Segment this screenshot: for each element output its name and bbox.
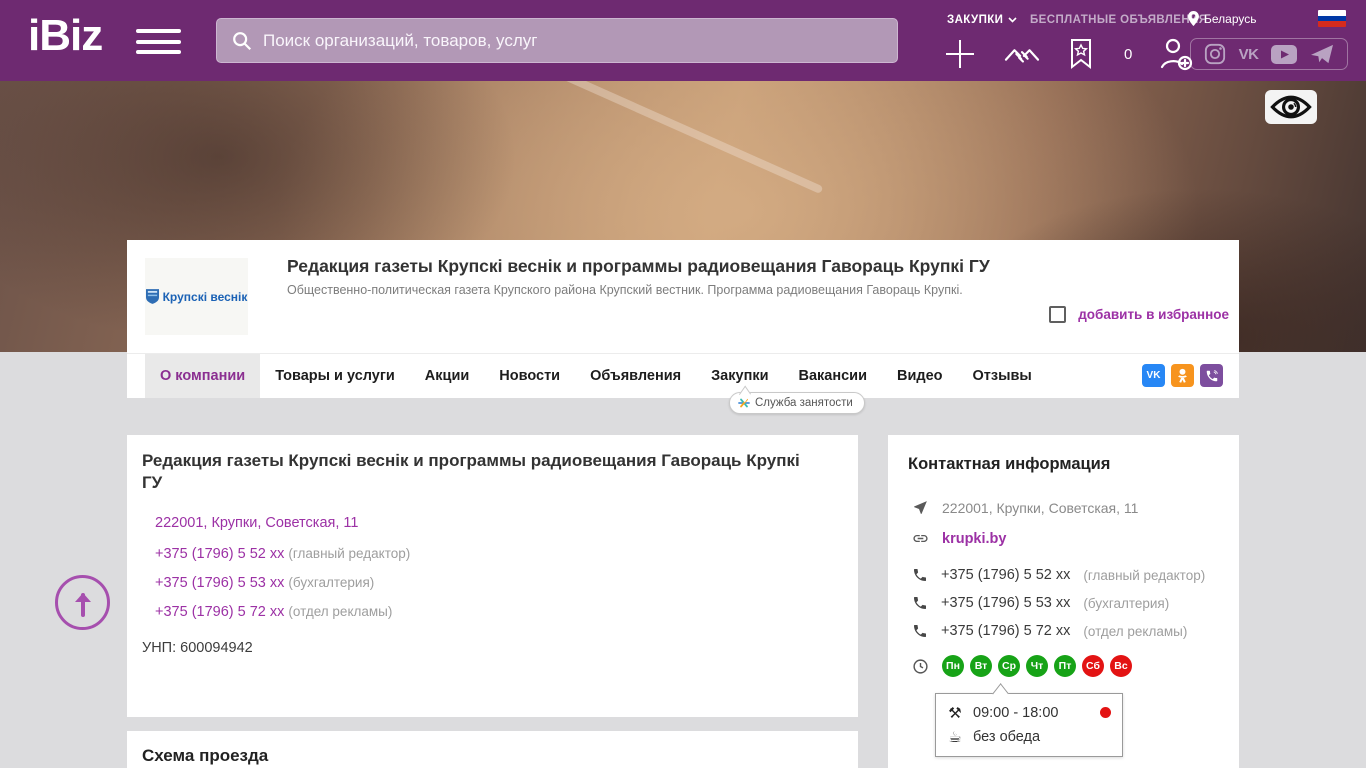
favorite-checkbox[interactable]	[1049, 306, 1067, 323]
website-link[interactable]: krupki.by	[942, 531, 1006, 547]
day-badge[interactable]: Вс	[1110, 655, 1132, 677]
day-badge[interactable]: Чт	[1026, 655, 1048, 677]
clock-icon	[912, 658, 929, 675]
arrow-up-icon	[72, 589, 94, 617]
day-badge[interactable]: Пн	[942, 655, 964, 677]
add-user-icon[interactable]	[1158, 37, 1194, 71]
accessibility-eye-button[interactable]	[1265, 90, 1317, 124]
phone-row: +375 (1796) 5 52 xx (главный редактор)	[155, 546, 843, 562]
youtube-icon[interactable]	[1271, 44, 1298, 64]
search-bar	[216, 18, 898, 63]
telegram-icon[interactable]	[1310, 43, 1334, 65]
contact-website-row: krupki.by	[912, 530, 1006, 547]
contact-phone-row: +375 (1796) 5 53 xx (бухгалтерия)	[912, 595, 1169, 611]
viber-social-button[interactable]	[1200, 364, 1223, 387]
eye-icon	[1270, 94, 1312, 120]
working-days-row: Пн Вт Ср Чт Пт Сб Вс	[912, 655, 1132, 677]
vk-social-button[interactable]: VK	[1142, 364, 1165, 387]
company-logo-shield-icon	[145, 289, 159, 304]
add-company-icon[interactable]	[944, 38, 976, 70]
search-input[interactable]	[263, 30, 883, 51]
phone-label: (главный редактор)	[288, 545, 411, 561]
favorites-bookmark-icon[interactable]	[1068, 38, 1094, 70]
phone-link[interactable]: +375 (1796) 5 53 xx	[155, 575, 284, 591]
favorites-count: 0	[1124, 45, 1133, 63]
about-address-link[interactable]: 222001, Крупки, Советская, 11	[155, 515, 843, 531]
odnoklassniki-social-button[interactable]	[1171, 364, 1194, 387]
phone-icon	[912, 595, 928, 611]
tab-promotions[interactable]: Акции	[410, 354, 484, 398]
company-subtitle: Общественно-политическая газета Крупског…	[287, 283, 963, 297]
company-header-card: Крупскі веснік Редакция газеты Крупскі в…	[127, 240, 1239, 414]
company-logo-text: Крупскі веснік	[162, 289, 248, 304]
site-logo[interactable]: iBiz	[28, 14, 103, 58]
map-section-title: Схема проезда	[142, 746, 269, 765]
contact-info-card: Контактная информация 222001, Крупки, Со…	[888, 435, 1239, 768]
phone-link[interactable]: +375 (1796) 5 72 xx	[155, 604, 284, 620]
day-badge[interactable]: Пт	[1054, 655, 1076, 677]
header: iBiz ЗАКУПКИ БЕСПЛАТНЫЕ ОБЪЯВЛЕНИЯ Белар…	[0, 0, 1366, 81]
open-status-dot	[1100, 707, 1111, 718]
about-title: Редакция газеты Крупскі веснік и програм…	[142, 451, 800, 492]
instagram-icon[interactable]	[1204, 43, 1226, 65]
work-hours-icon: ⚒	[948, 704, 962, 722]
phone-icon	[912, 623, 928, 639]
lunch-info: без обеда	[973, 729, 1041, 745]
tab-products[interactable]: Товары и услуги	[260, 354, 410, 398]
contact-address-row: 222001, Крупки, Советская, 11	[912, 499, 1138, 516]
phone-label: (бухгалтерия)	[288, 574, 375, 590]
schedule-tooltip: ⚒ 09:00 - 18:00 ☕ без обеда	[935, 693, 1123, 757]
work-hours: 09:00 - 18:00	[973, 705, 1059, 721]
company-title: Редакция газеты Крупскі веснік и програм…	[287, 256, 990, 276]
scroll-to-top-button[interactable]	[55, 575, 110, 630]
phone-link[interactable]: +375 (1796) 5 52 xx	[155, 546, 284, 562]
about-section: Редакция газеты Крупскі веснік и програм…	[127, 435, 858, 717]
phone-row: +375 (1796) 5 53 xx (бухгалтерия)	[155, 575, 843, 591]
employment-service-icon	[738, 397, 750, 409]
working-days: Пн Вт Ср Чт Пт Сб Вс	[942, 655, 1132, 677]
header-social-links: VK	[1190, 38, 1348, 70]
day-badge[interactable]: Вт	[970, 655, 992, 677]
day-badge[interactable]: Сб	[1082, 655, 1104, 677]
contact-phone-row: +375 (1796) 5 72 xx (отдел рекламы)	[912, 623, 1187, 639]
favorite-label: добавить в избранное	[1078, 307, 1229, 322]
lunch-icon: ☕	[948, 728, 962, 746]
tab-reviews[interactable]: Отзывы	[958, 354, 1047, 398]
phone-row: +375 (1796) 5 72 xx (отдел рекламы)	[155, 604, 843, 620]
vk-icon[interactable]: VK	[1239, 46, 1259, 63]
navigation-arrow-icon	[912, 499, 929, 516]
nav-zakupki[interactable]: ЗАКУПКИ	[947, 14, 1017, 26]
link-icon	[912, 530, 929, 547]
add-to-favorites[interactable]: добавить в избранное	[1049, 306, 1229, 323]
employment-service-badge[interactable]: Служба занятости	[729, 392, 865, 414]
handshake-icon[interactable]	[1002, 38, 1042, 70]
company-logo: Крупскі веснік	[145, 258, 248, 335]
contact-title: Контактная информация	[908, 455, 1111, 473]
hamburger-menu-icon[interactable]	[136, 29, 181, 54]
tab-about[interactable]: О компании	[145, 354, 261, 398]
nav-free-ads[interactable]: БЕСПЛАТНЫЕ ОБЪЯВЛЕНИЯ	[1030, 14, 1207, 26]
company-social-links: VK	[1142, 364, 1223, 387]
day-badge[interactable]: Ср	[998, 655, 1020, 677]
map-section: Схема проезда	[127, 731, 858, 768]
tab-news[interactable]: Новости	[484, 354, 575, 398]
phone-label: (отдел рекламы)	[288, 603, 393, 619]
tab-ads[interactable]: Объявления	[575, 354, 696, 398]
location-pin-icon	[1188, 11, 1199, 26]
region-selector[interactable]: Беларусь	[1188, 11, 1256, 26]
language-flag-russia[interactable]	[1318, 10, 1346, 27]
search-icon	[231, 30, 253, 52]
unp-number: УНП: 600094942	[142, 639, 253, 656]
company-tabbar: О компании Товары и услуги Акции Новости…	[127, 353, 1239, 398]
tab-video[interactable]: Видео	[882, 354, 958, 398]
chevron-down-icon	[1008, 17, 1017, 23]
contact-phone-row: +375 (1796) 5 52 xx (главный редактор)	[912, 567, 1205, 583]
phone-icon	[912, 567, 928, 583]
